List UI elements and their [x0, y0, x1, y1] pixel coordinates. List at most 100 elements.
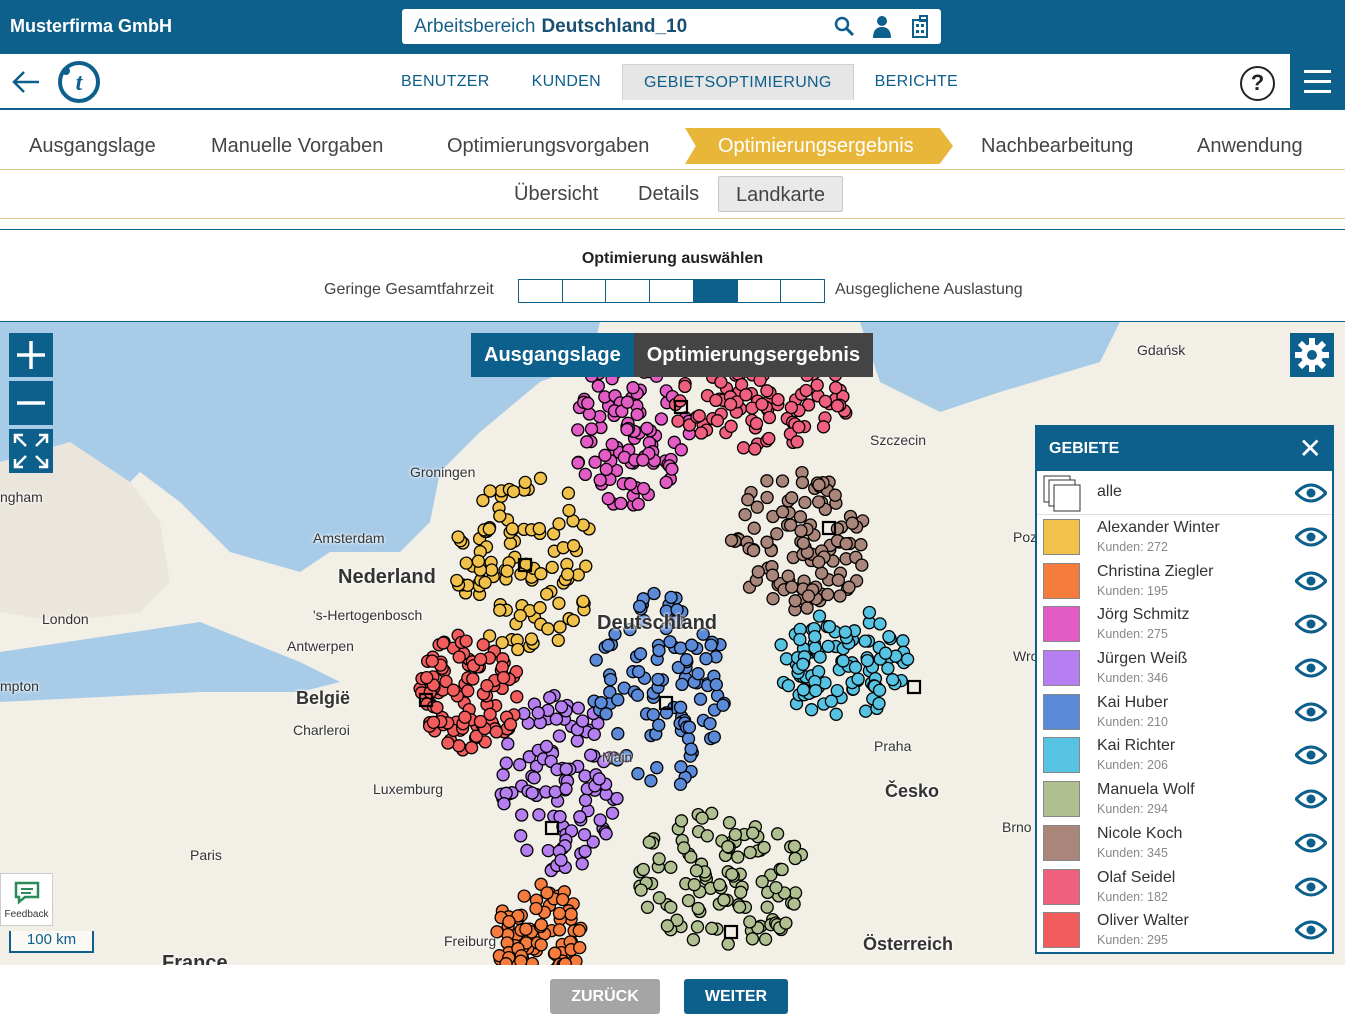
eye-icon[interactable] [1295, 571, 1327, 591]
eye-icon[interactable] [1295, 702, 1327, 722]
depot-marker[interactable] [723, 924, 739, 940]
territory-color-swatch [1043, 737, 1080, 774]
depot-marker[interactable] [906, 679, 922, 695]
eye-icon[interactable] [1295, 527, 1327, 547]
zoom-out-button[interactable] [9, 381, 53, 425]
slider-segment[interactable] [781, 280, 824, 302]
customer-dot [578, 793, 593, 807]
view-optimierungsergebnis[interactable]: Optimierungsergebnis [633, 333, 874, 377]
close-icon[interactable]: ✕ [1299, 427, 1322, 471]
feedback-button[interactable]: Feedback [0, 873, 53, 926]
tab-gebietsoptimierung[interactable]: GEBIETSOPTIMIERUNG [622, 64, 854, 100]
customer-dot [721, 937, 735, 951]
customer-dot [636, 453, 650, 467]
territory-count: Kunden: 346 [1097, 671, 1168, 686]
next-button[interactable]: WEITER [684, 979, 788, 1014]
customer-dot [709, 677, 723, 692]
step-ausgangslage[interactable]: Ausgangslage [29, 128, 156, 164]
customer-dot [664, 590, 678, 605]
fullscreen-icon[interactable] [9, 429, 53, 473]
customer-dot [722, 816, 737, 830]
territory-color-swatch [1043, 693, 1080, 730]
subtab-uebersicht[interactable]: Übersicht [497, 176, 615, 212]
territory-row[interactable]: Olaf Seidel Kunden: 182 [1037, 865, 1332, 909]
tab-berichte[interactable]: BERICHTE [854, 64, 979, 100]
customer-dot [746, 543, 761, 558]
hamburger-menu-icon[interactable] [1290, 54, 1345, 108]
territory-row[interactable]: Oliver Walter Kunden: 295 [1037, 908, 1332, 952]
back-button[interactable]: ZURÜCK [550, 979, 660, 1014]
eye-icon[interactable] [1295, 920, 1327, 940]
customer-dot [452, 650, 466, 664]
slider-segment[interactable] [519, 280, 563, 302]
tab-kunden[interactable]: KUNDEN [511, 64, 622, 100]
customer-dot [652, 852, 666, 866]
territory-name: Nicole Koch [1097, 824, 1183, 842]
help-button[interactable]: ? [1240, 66, 1275, 101]
territory-row[interactable]: Kai Huber Kunden: 210 [1037, 690, 1332, 734]
eye-icon[interactable] [1295, 658, 1327, 678]
back-arrow-icon[interactable] [10, 66, 42, 98]
app-logo-icon[interactable]: t [58, 61, 100, 103]
eye-icon[interactable] [1295, 483, 1327, 503]
tab-benutzer[interactable]: BENUTZER [380, 64, 511, 100]
territory-name: Kai Huber [1097, 693, 1169, 711]
slider-segment[interactable] [650, 280, 694, 302]
territory-row[interactable]: Manuela Wolf Kunden: 294 [1037, 777, 1332, 821]
step-anwendung[interactable]: Anwendung [1197, 128, 1303, 164]
territory-row[interactable]: Kai Richter Kunden: 206 [1037, 733, 1332, 777]
customer-dot [531, 706, 545, 720]
eye-icon[interactable] [1295, 833, 1327, 853]
territory-row[interactable]: Jürgen Weiß Kunden: 346 [1037, 646, 1332, 690]
map-label: Szczecin [870, 432, 927, 448]
workspace-selector[interactable]: Arbeitsbereich Deutschland_10 [402, 9, 941, 44]
customer-dot [503, 536, 518, 551]
layers-icon [1043, 475, 1081, 512]
customer-dot [580, 435, 594, 449]
depot-marker[interactable] [544, 820, 560, 836]
customer-dot [746, 826, 760, 840]
territory-row[interactable]: Alexander Winter Kunden: 272 [1037, 515, 1332, 559]
customer-dot [801, 589, 816, 603]
gear-icon[interactable] [1290, 333, 1334, 377]
customer-dot [534, 938, 548, 952]
territory-name: Jürgen Weiß [1097, 650, 1188, 668]
person-icon[interactable] [871, 14, 893, 38]
building-icon[interactable] [909, 14, 931, 38]
step-manuelle-vorgaben[interactable]: Manuelle Vorgaben [211, 128, 383, 164]
view-ausgangslage[interactable]: Ausgangslage [471, 333, 634, 377]
subtab-details[interactable]: Details [621, 176, 716, 212]
eye-icon[interactable] [1295, 614, 1327, 634]
customer-dot [699, 652, 713, 666]
subtab-landkarte[interactable]: Landkarte [718, 176, 843, 212]
eye-icon[interactable] [1295, 745, 1327, 765]
map-label: Praha [874, 738, 912, 754]
search-user-icon[interactable] [833, 14, 855, 38]
territory-row[interactable]: Jörg Schmitz Kunden: 275 [1037, 602, 1332, 646]
customer-dot [769, 880, 783, 895]
slider-segment[interactable] [563, 280, 607, 302]
slider-segment[interactable] [606, 280, 651, 302]
customer-dot [647, 586, 661, 601]
zoom-in-button[interactable] [9, 333, 53, 377]
territory-row-all[interactable]: alle [1037, 471, 1332, 515]
eye-icon[interactable] [1295, 789, 1327, 809]
eye-icon[interactable] [1295, 877, 1327, 897]
optimization-slider[interactable] [518, 279, 825, 303]
map-label: Paris [190, 847, 222, 863]
customer-dot [677, 841, 691, 855]
territory-row[interactable]: Christina Ziegler Kunden: 195 [1037, 559, 1332, 603]
step-optimierungsvorgaben[interactable]: Optimierungsvorgaben [447, 128, 649, 164]
customer-dot [728, 827, 743, 842]
slider-segment-selected[interactable] [693, 280, 738, 302]
customer-dot [605, 437, 619, 452]
customer-dot [684, 742, 698, 756]
slider-segment[interactable] [738, 280, 782, 302]
step-optimierungsergebnis[interactable]: Optimierungsergebnis [685, 128, 953, 164]
territory-row[interactable]: Nicole Koch Kunden: 345 [1037, 821, 1332, 865]
customer-dot [519, 922, 533, 936]
customer-dot [779, 652, 794, 666]
customer-dot [714, 375, 728, 389]
step-nachbearbeitung[interactable]: Nachbearbeitung [981, 128, 1133, 164]
workspace-prefix: Arbeitsbereich [414, 15, 536, 37]
